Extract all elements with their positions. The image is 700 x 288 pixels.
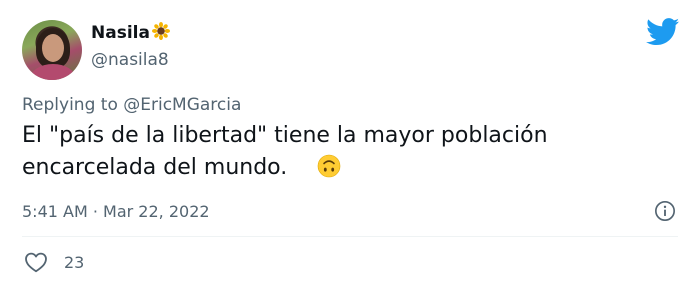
info-icon[interactable] bbox=[654, 200, 676, 222]
divider bbox=[22, 236, 678, 237]
reply-mention-link[interactable]: @EricMGarcia bbox=[123, 95, 241, 115]
heart-icon bbox=[25, 252, 47, 273]
tweet-card: Nasila @nasila8 Replying to @EricMGarcia… bbox=[0, 0, 700, 288]
twitter-bird-icon[interactable] bbox=[646, 18, 680, 46]
tweet-text-line: encarcelada del mundo. bbox=[22, 152, 622, 184]
tweet-text: El "país de la libertad" tiene la mayor … bbox=[22, 120, 622, 184]
tweet-text-line: El "país de la libertad" tiene la mayor … bbox=[22, 123, 548, 148]
author-handle[interactable]: @nasila8 bbox=[91, 50, 169, 70]
tweet-timestamp[interactable]: 5:41 AM · Mar 22, 2022 bbox=[22, 202, 210, 221]
author-name-text: Nasila bbox=[91, 23, 150, 43]
like-button[interactable]: 23 bbox=[24, 250, 84, 274]
like-count: 23 bbox=[64, 252, 85, 272]
reply-context: Replying to @EricMGarcia bbox=[22, 95, 241, 115]
avatar-face bbox=[42, 34, 64, 62]
avatar[interactable] bbox=[22, 20, 82, 80]
sunflower-icon bbox=[151, 22, 170, 40]
avatar-shirt bbox=[30, 64, 76, 80]
author-name[interactable]: Nasila bbox=[91, 22, 170, 43]
upside-down-face-icon bbox=[317, 154, 341, 178]
reply-prefix: Replying to bbox=[22, 95, 124, 115]
tweet-text-line-content: encarcelada del mundo. bbox=[22, 155, 288, 180]
